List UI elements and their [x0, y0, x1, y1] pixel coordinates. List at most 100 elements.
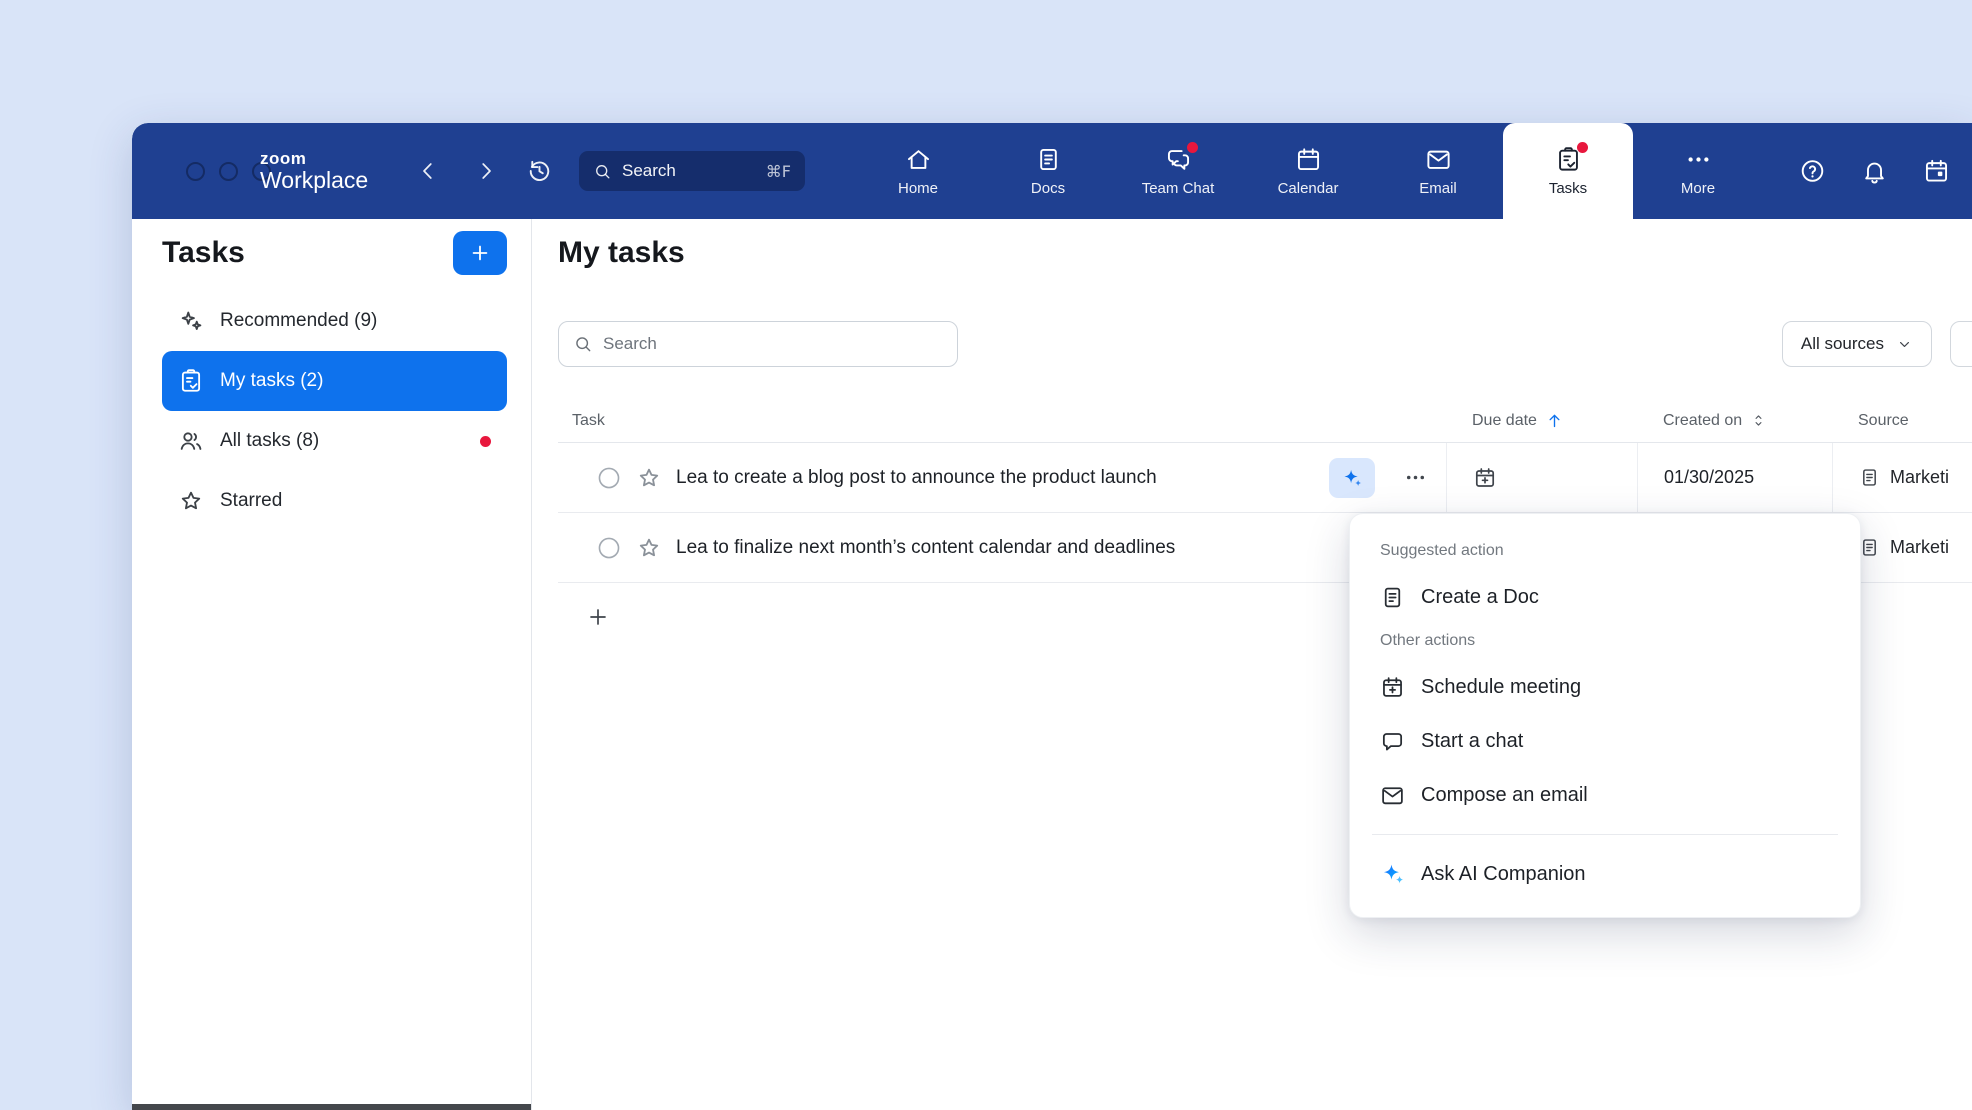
sidebar: Tasks Recommended (9) My tasks (2) All t…: [132, 219, 532, 1110]
ai-actions-button[interactable]: [1329, 458, 1375, 498]
menu-item-ask-ai-companion[interactable]: Ask AI Companion: [1350, 847, 1860, 901]
source-doc-icon: [1859, 537, 1880, 558]
sources-filter-label: All sources: [1801, 334, 1884, 354]
global-search[interactable]: Search ⌘F: [579, 151, 805, 191]
ai-companion-sparkle-icon: [1380, 861, 1405, 887]
star-icon: [636, 535, 662, 561]
column-header-created-on[interactable]: Created on: [1637, 412, 1832, 430]
content-area: Tasks Recommended (9) My tasks (2) All t…: [132, 219, 1972, 1110]
task-list-icon: [178, 368, 204, 394]
sidebar-item-my-tasks[interactable]: My tasks (2): [162, 351, 507, 411]
notification-dot: [1577, 142, 1588, 153]
sort-ascending-icon: [1545, 411, 1564, 430]
list-controls: All sources: [558, 321, 1972, 367]
source-name: Marketi: [1890, 467, 1949, 488]
nav-more[interactable]: More: [1633, 123, 1763, 219]
logo-zoom-text: zoom: [260, 150, 368, 168]
help-icon: [1799, 158, 1826, 185]
chevron-right-icon: [474, 159, 498, 183]
calendar-plus-icon: [1473, 466, 1497, 490]
new-task-button[interactable]: [453, 231, 507, 275]
search-icon: [593, 162, 612, 181]
task-cell: Lea to finalize next month’s content cal…: [558, 513, 1446, 582]
email-icon: [1425, 146, 1452, 173]
history-button[interactable]: [526, 158, 553, 185]
menu-item-compose-email[interactable]: Compose an email: [1350, 768, 1860, 822]
task-complete-checkbox[interactable]: [596, 465, 622, 491]
primary-nav: Home Docs Team Chat Calendar Email Tasks: [853, 123, 1763, 219]
sidebar-item-label: My tasks (2): [220, 370, 323, 392]
calendar-plus-icon: [1380, 675, 1405, 700]
task-title: Lea to create a blog post to announce th…: [676, 467, 1157, 489]
nav-email[interactable]: Email: [1373, 123, 1503, 219]
nav-team-chat[interactable]: Team Chat: [1113, 123, 1243, 219]
sidebar-item-label: Recommended (9): [220, 310, 377, 332]
table-header: Task Due date Created on Source: [558, 399, 1972, 443]
menu-item-create-doc[interactable]: Create a Doc: [1350, 570, 1860, 624]
notification-dot: [1187, 142, 1198, 153]
task-title: Lea to finalize next month’s content cal…: [676, 537, 1175, 559]
nav-calendar[interactable]: Calendar: [1243, 123, 1373, 219]
task-cell: Lea to create a blog post to announce th…: [558, 443, 1446, 512]
created-on-cell: 01/30/2025: [1637, 443, 1832, 512]
created-date: 01/30/2025: [1664, 467, 1754, 488]
task-search-input[interactable]: [603, 334, 943, 354]
sidebar-title: Tasks: [162, 236, 245, 270]
zoom-workplace-logo: zoom Workplace: [260, 150, 368, 192]
source-cell[interactable]: Marketi: [1832, 443, 1972, 512]
star-task-button[interactable]: [636, 465, 662, 491]
topbar-right-actions: [1799, 158, 1950, 185]
chevron-left-icon: [416, 159, 440, 183]
menu-section-label: Suggested action: [1350, 534, 1860, 570]
menu-item-schedule-meeting[interactable]: Schedule meeting: [1350, 660, 1860, 714]
add-due-date-button[interactable]: [1473, 466, 1497, 490]
sidebar-item-recommended[interactable]: Recommended (9): [162, 291, 507, 351]
column-header-source[interactable]: Source: [1832, 412, 1972, 430]
add-task-button[interactable]: [586, 605, 610, 629]
doc-icon: [1380, 585, 1405, 610]
calendar-event-icon: [1923, 158, 1950, 185]
task-complete-checkbox[interactable]: [596, 535, 622, 561]
source-name: Marketi: [1890, 537, 1949, 558]
star-icon: [178, 488, 204, 514]
nav-home[interactable]: Home: [853, 123, 983, 219]
column-header-task[interactable]: Task: [558, 412, 1446, 430]
due-date-cell: [1446, 443, 1637, 512]
star-task-button[interactable]: [636, 535, 662, 561]
page-title: My tasks: [558, 231, 1972, 275]
window-close-button[interactable]: [186, 162, 205, 181]
people-icon: [178, 428, 204, 454]
calendar-widget-button[interactable]: [1923, 158, 1950, 185]
row-more-button[interactable]: [1403, 465, 1428, 490]
sources-filter-button[interactable]: All sources: [1782, 321, 1932, 367]
sidebar-menu: Recommended (9) My tasks (2) All tasks (…: [162, 291, 507, 531]
chat-bubble-icon: [1380, 729, 1405, 754]
more-icon: [1685, 146, 1712, 173]
table-row: Lea to create a blog post to announce th…: [558, 443, 1972, 513]
ai-sparkle-icon: [1341, 467, 1363, 489]
window-minimize-button[interactable]: [219, 162, 238, 181]
column-header-due-date[interactable]: Due date: [1446, 411, 1637, 430]
sidebar-item-label: All tasks (8): [220, 430, 319, 452]
app-window: zoom Workplace Search ⌘F Home Docs Team …: [132, 123, 1972, 1110]
sidebar-header: Tasks: [162, 231, 507, 275]
back-button[interactable]: [416, 159, 440, 183]
sidebar-item-all-tasks[interactable]: All tasks (8): [162, 411, 507, 471]
history-icon: [526, 158, 553, 185]
home-icon: [905, 146, 932, 173]
circle-icon: [596, 465, 622, 491]
menu-item-start-chat[interactable]: Start a chat: [1350, 714, 1860, 768]
chevron-down-icon: [1896, 336, 1913, 353]
menu-divider: [1372, 834, 1838, 835]
sidebar-scrollbar[interactable]: [132, 1104, 531, 1110]
nav-docs[interactable]: Docs: [983, 123, 1113, 219]
window-controls: [186, 123, 271, 219]
sidebar-item-starred[interactable]: Starred: [162, 471, 507, 531]
help-button[interactable]: [1799, 158, 1826, 185]
nav-tasks[interactable]: Tasks: [1503, 123, 1633, 219]
action-menu: Suggested action Create a Doc Other acti…: [1349, 513, 1861, 918]
forward-button[interactable]: [474, 159, 498, 183]
logo-workplace-text: Workplace: [260, 168, 368, 192]
notifications-button[interactable]: [1861, 158, 1888, 185]
clipped-control[interactable]: [1950, 321, 1972, 367]
